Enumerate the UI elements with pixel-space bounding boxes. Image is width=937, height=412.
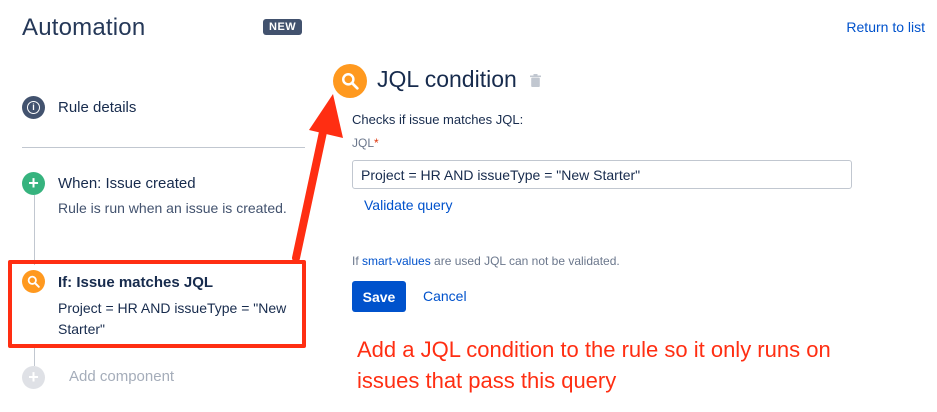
- annotation-text: Add a JQL condition to the rule so it on…: [357, 337, 831, 393]
- jql-input[interactable]: [352, 160, 852, 189]
- jql-field-label: JQL*: [352, 136, 379, 150]
- required-mark: *: [374, 136, 379, 150]
- smart-values-link[interactable]: smart-values: [362, 254, 431, 268]
- save-button[interactable]: Save: [352, 281, 406, 312]
- validate-query-link[interactable]: Validate query: [364, 197, 452, 213]
- panel-title: JQL condition: [377, 66, 517, 92]
- smart-values-note: If smart-values are used JQL can not be …: [352, 254, 620, 268]
- panel-subtitle: Checks if issue matches JQL:: [352, 112, 524, 127]
- trash-icon[interactable]: [530, 74, 541, 92]
- search-icon: [333, 64, 367, 98]
- cancel-button[interactable]: Cancel: [423, 288, 467, 304]
